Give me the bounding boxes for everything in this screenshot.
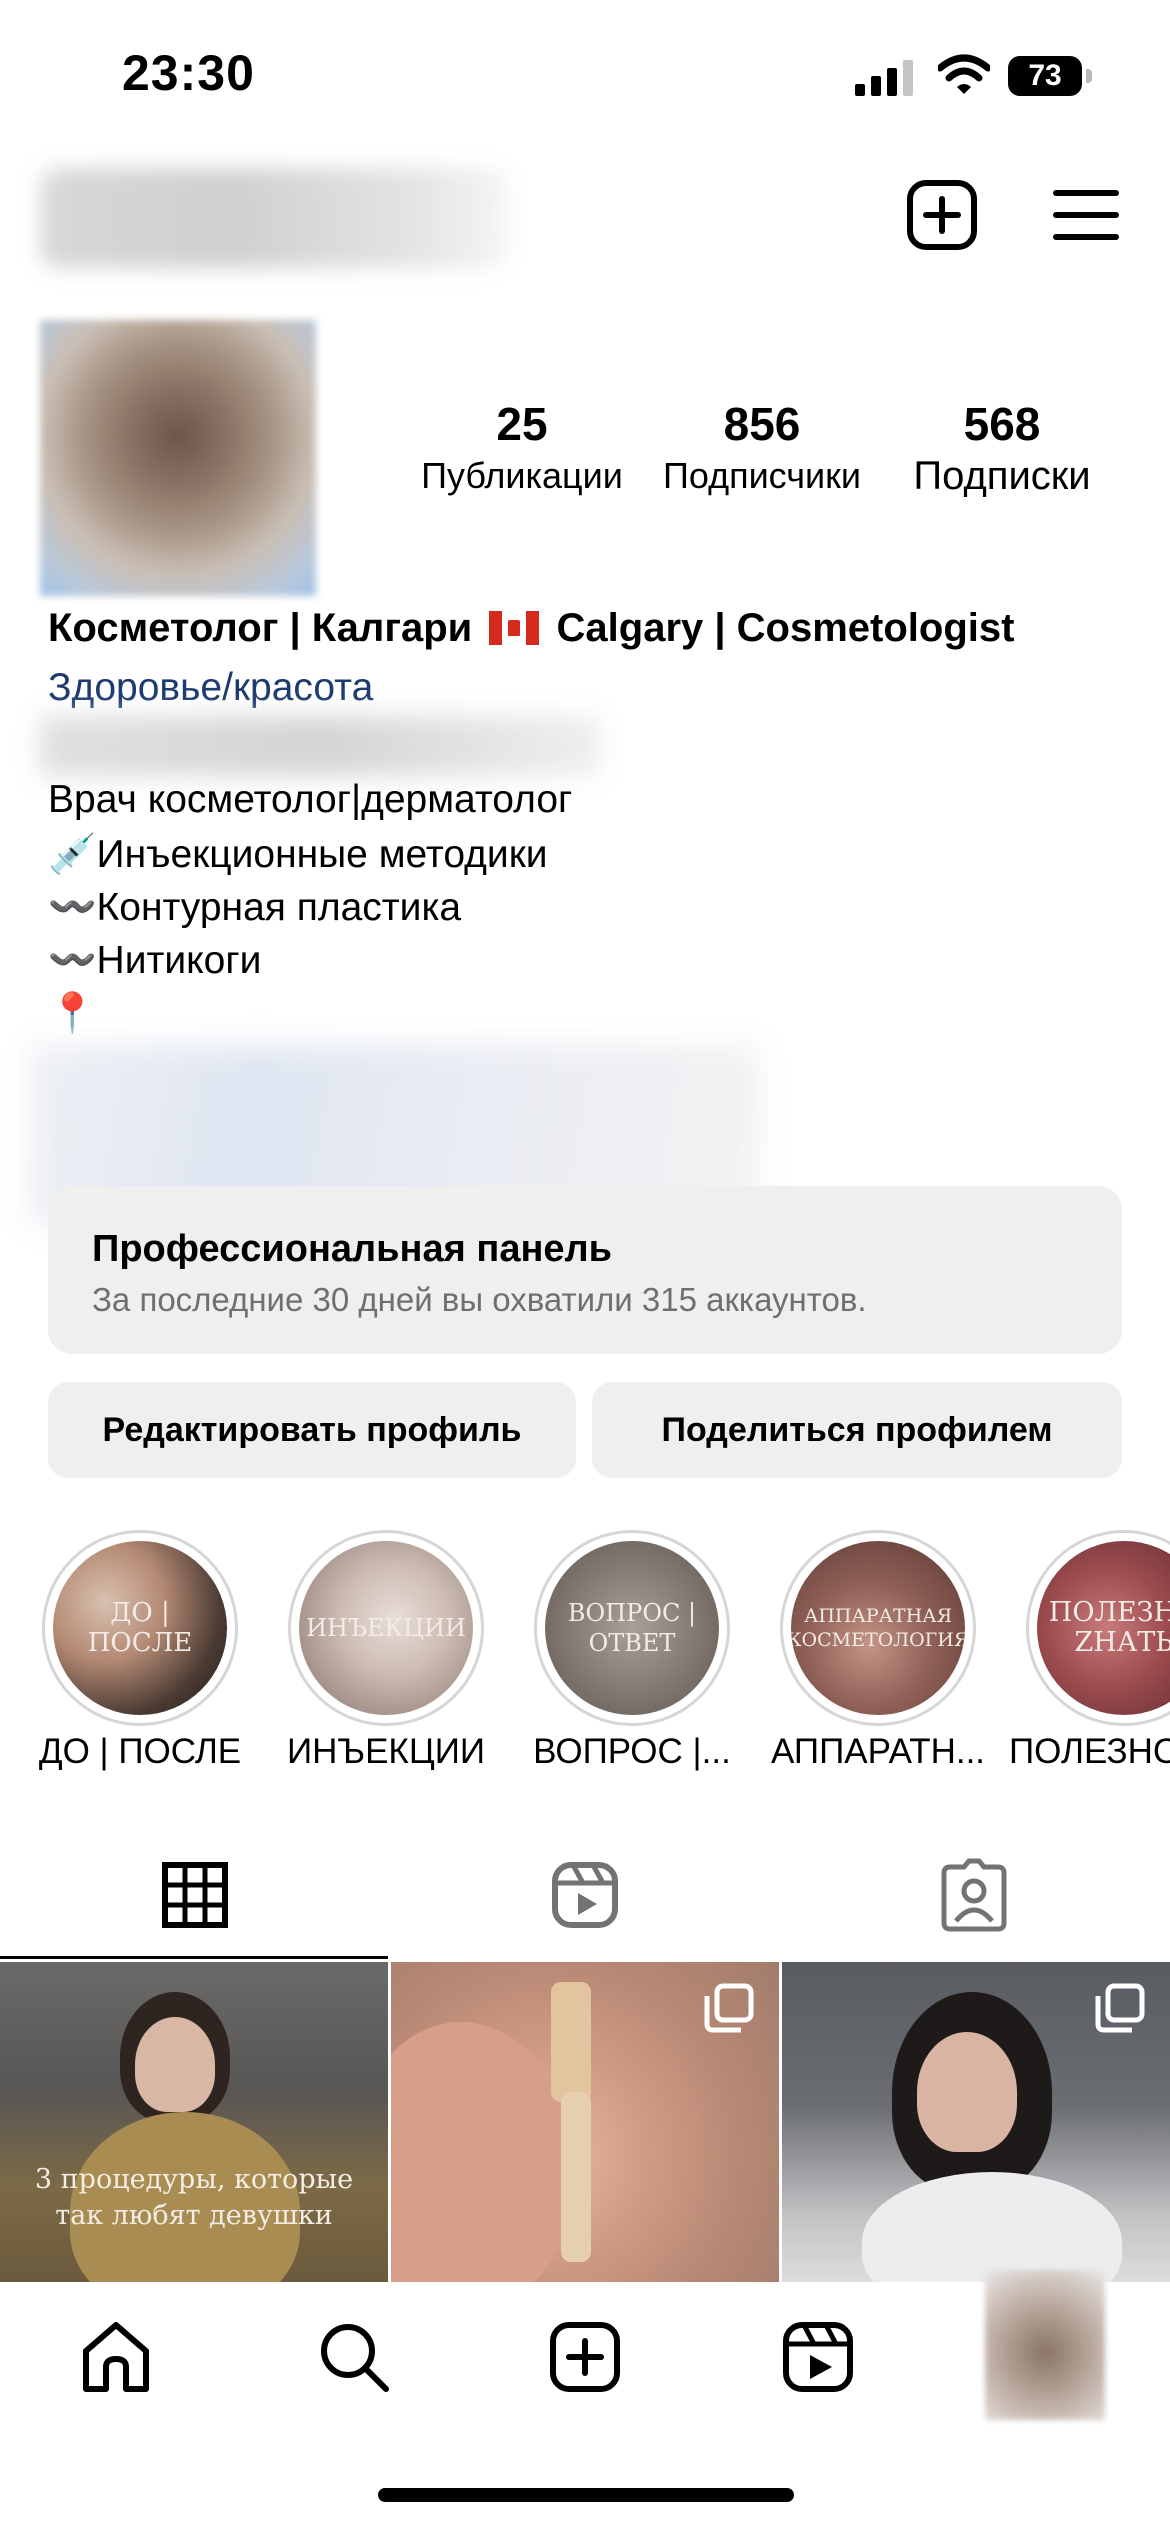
stat-followers-value: 856	[723, 398, 801, 450]
carousel-icon	[1095, 1983, 1145, 2033]
canada-flag-icon	[489, 611, 540, 645]
profile-category: Здоровье/красота	[48, 666, 374, 709]
highlight-cover[interactable]: ИНЪЕКЦИИ	[288, 1530, 484, 1726]
edit-profile-button[interactable]: Редактировать профиль	[48, 1382, 576, 1478]
share-profile-button[interactable]: Поделиться профилем	[592, 1382, 1122, 1478]
highlight-cover-text: АППАРАТНАЯ КОСМЕТОЛОГИЯ	[791, 1541, 965, 1715]
post-thumbnail[interactable]	[391, 1962, 779, 2282]
bio-line: 〰️Нитикоги	[48, 939, 262, 982]
highlight-cover-text: ПОЛЕЗНО ZНАТЬ	[1037, 1541, 1170, 1715]
stat-following[interactable]: 568 Подписки	[877, 396, 1127, 500]
profile-name-ru: Косметолог | Калгари	[48, 606, 473, 650]
post-overlay-text: 3 процедуры, которые так любят девушки	[34, 2164, 354, 2231]
username-blurred[interactable]	[40, 168, 510, 268]
highlight-cover-text: ВОПРОС | ОТВЕТ	[545, 1541, 719, 1715]
wifi-icon	[938, 54, 990, 94]
battery-icon: 73	[1008, 56, 1092, 96]
post-thumbnail[interactable]: 3 процедуры, которые так любят девушки	[0, 1962, 388, 2282]
highlight-cover[interactable]: ПОЛЕЗНО ZНАТЬ	[1026, 1530, 1170, 1726]
create-icon[interactable]	[545, 2317, 625, 2397]
bio-blurred-line	[40, 716, 600, 776]
profile-icon[interactable]	[985, 2270, 1105, 2420]
home-icon[interactable]	[76, 2317, 156, 2397]
stat-posts[interactable]: 25 Публикации	[397, 396, 647, 500]
highlight-cover[interactable]: АППАРАТНАЯ КОСМЕТОЛОГИЯ	[780, 1530, 976, 1726]
grid-icon[interactable]	[155, 1855, 235, 1935]
profile-name-en: Calgary | Cosmetologist	[556, 606, 1015, 650]
status-time: 23:30	[122, 45, 255, 101]
post-thumbnail[interactable]	[782, 1962, 1170, 2282]
profile-name: Косметолог | Калгари Calgary | Cosmetolo…	[48, 606, 1014, 651]
stat-following-value: 568	[963, 398, 1041, 450]
highlight-label[interactable]: ИНЪЕКЦИИ	[271, 1732, 501, 1772]
stat-posts-value: 25	[496, 398, 548, 450]
stat-posts-label: Публикации	[421, 455, 623, 496]
menu-icon[interactable]	[1046, 175, 1126, 255]
highlight-cover[interactable]: ВОПРОС | ОТВЕТ	[534, 1530, 730, 1726]
reels-icon[interactable]	[778, 2317, 858, 2397]
tagged-icon[interactable]	[934, 1855, 1014, 1935]
active-tab-indicator	[0, 1956, 388, 1959]
stat-following-label: Подписки	[913, 454, 1091, 498]
reels-icon[interactable]	[545, 1855, 625, 1935]
highlight-cover-text: ИНЪЕКЦИИ	[299, 1541, 473, 1715]
stat-followers-label: Подписчики	[662, 455, 862, 496]
professional-dashboard-title: Профессиональная панель	[92, 1228, 613, 1270]
highlight-label[interactable]: ДО | ПОСЛЕ	[25, 1732, 255, 1772]
add-post-icon[interactable]	[902, 175, 982, 255]
carousel-icon	[704, 1983, 754, 2033]
professional-dashboard-subtitle: За последние 30 дней вы охватили 315 акк…	[92, 1281, 867, 1318]
highlight-label[interactable]: ПОЛЕЗНО	[1009, 1732, 1170, 1772]
home-indicator	[378, 2488, 794, 2502]
bio-line: 〰️Контурная пластика	[48, 886, 462, 929]
highlight-label[interactable]: АППАРАТН...	[763, 1732, 993, 1772]
highlight-cover-text: ДО | ПОСЛЕ	[53, 1541, 227, 1715]
search-icon[interactable]	[314, 2317, 394, 2397]
avatar[interactable]	[40, 320, 316, 596]
highlight-label[interactable]: ВОПРОС |...	[517, 1732, 747, 1772]
battery-level: 73	[1008, 56, 1082, 96]
signal-icon	[855, 60, 913, 96]
bio-line: 📍	[48, 992, 97, 1035]
stat-followers[interactable]: 856 Подписчики	[637, 396, 887, 500]
bio-line: 💉Инъекционные методики	[48, 833, 548, 876]
bio-line: Врач косметолог|дерматолог	[48, 778, 573, 821]
highlight-cover[interactable]: ДО | ПОСЛЕ	[42, 1530, 238, 1726]
